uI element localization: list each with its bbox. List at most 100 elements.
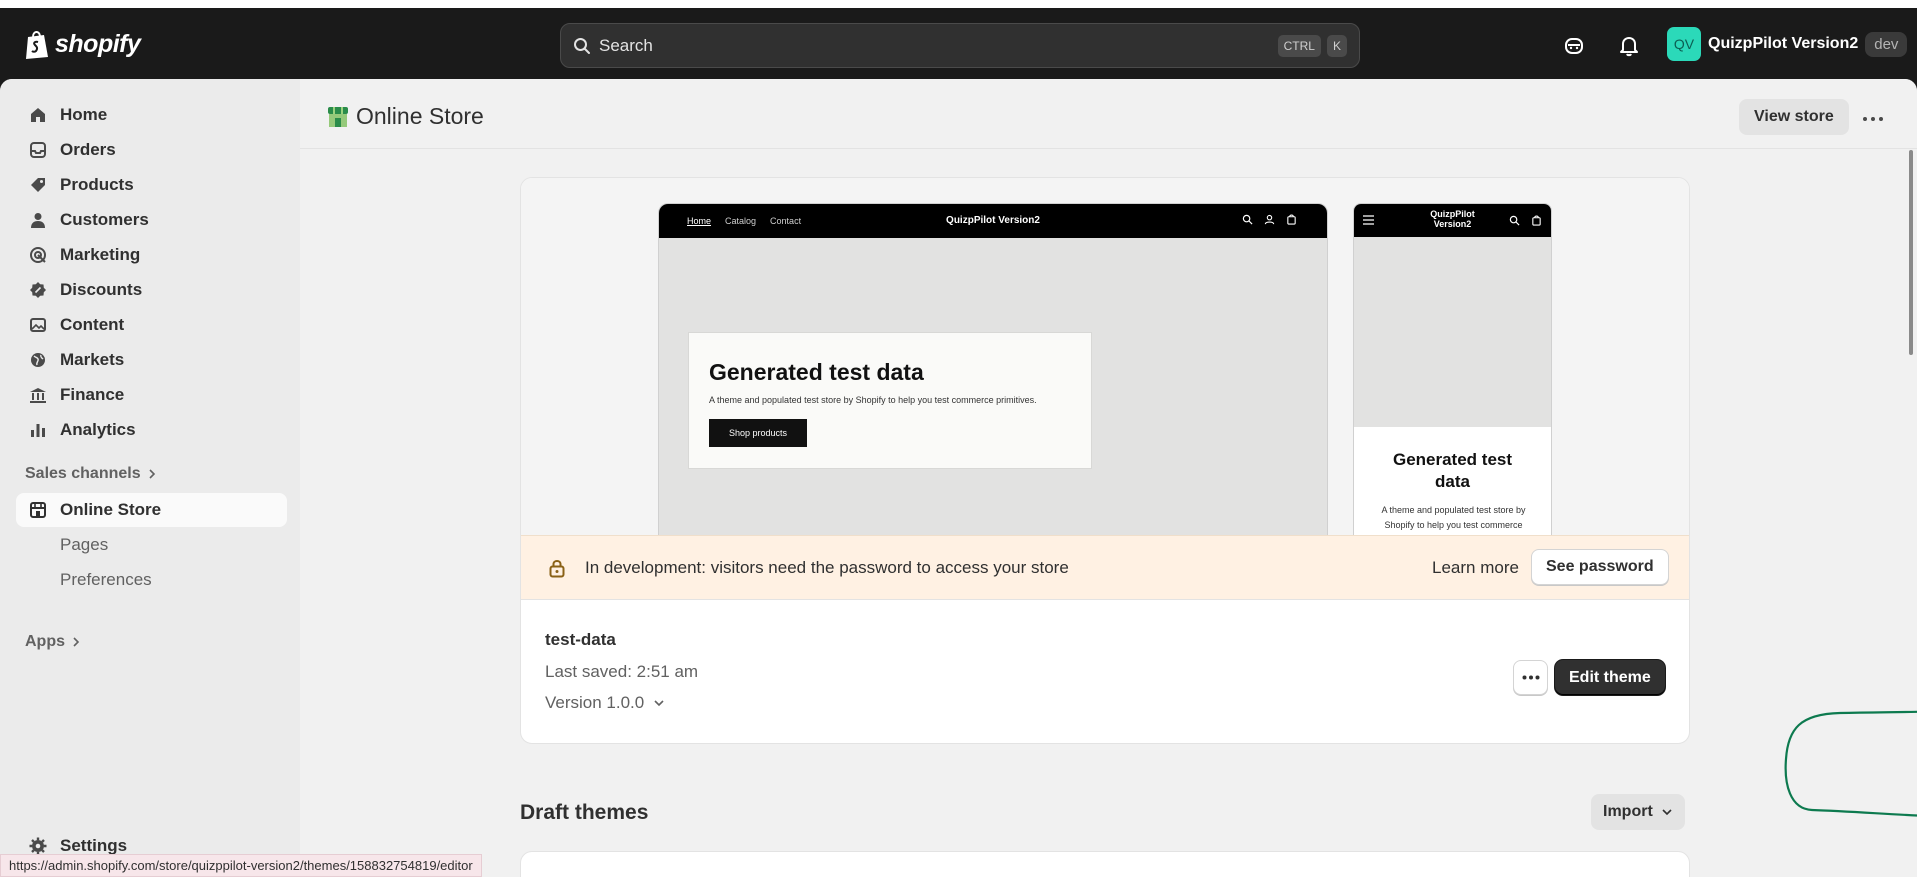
mobile-preview: QuizpPilot Version2 Generated test data … bbox=[1353, 203, 1552, 535]
sidebar-item-content[interactable]: Content bbox=[16, 308, 287, 342]
avatar: QV bbox=[1667, 27, 1701, 61]
top-bar: shopify Search CTRL K QV QuizpPilot Vers… bbox=[0, 8, 1917, 79]
storefront-icon bbox=[30, 502, 46, 518]
preview-hero-text: A theme and populated test store by Shop… bbox=[709, 395, 1037, 405]
more-actions-icon[interactable] bbox=[1862, 109, 1884, 127]
sidebar-item-label: Customers bbox=[60, 210, 149, 229]
bar-chart-icon bbox=[31, 424, 45, 437]
bell-icon[interactable] bbox=[1616, 33, 1642, 59]
sidebar-apps[interactable]: Apps bbox=[25, 633, 80, 651]
sidebar-item-home[interactable]: Home bbox=[16, 98, 287, 132]
account-icon bbox=[1264, 214, 1275, 225]
banner-message: In development: visitors need the passwo… bbox=[585, 558, 1069, 577]
gear-icon bbox=[29, 837, 47, 855]
image-icon bbox=[30, 318, 46, 332]
more-horizontal-icon bbox=[1522, 675, 1539, 680]
lock-icon bbox=[549, 560, 565, 578]
discount-icon bbox=[30, 282, 46, 298]
sidebar-item-label: Online Store bbox=[60, 500, 162, 519]
page-title: Online Store bbox=[326, 103, 484, 130]
sidebar-item-label: Orders bbox=[60, 140, 116, 159]
mobile-store-title-line2: Version2 bbox=[1433, 219, 1472, 229]
search-icon bbox=[1509, 215, 1520, 226]
edit-theme-button[interactable]: Edit theme bbox=[1555, 660, 1665, 695]
apps-label: Apps bbox=[25, 633, 65, 650]
page-title-text: Online Store bbox=[356, 103, 484, 129]
current-theme-card: Home Catalog Contact QuizpPilot Version2… bbox=[520, 177, 1690, 744]
mobile-hero-image bbox=[1354, 237, 1551, 427]
cart-icon bbox=[1287, 214, 1296, 225]
mobile-preview-header: QuizpPilot Version2 bbox=[1354, 204, 1551, 237]
chevron-right-icon bbox=[149, 469, 155, 479]
learn-more-link[interactable]: Learn more bbox=[1432, 558, 1519, 578]
sidebar-item-label: Markets bbox=[60, 350, 125, 369]
theme-preview[interactable]: Home Catalog Contact QuizpPilot Version2… bbox=[521, 178, 1689, 535]
globe-icon bbox=[31, 353, 45, 367]
see-password-button[interactable]: See password bbox=[1531, 549, 1669, 585]
sidebar-item-discounts[interactable]: Discounts bbox=[16, 273, 287, 307]
desktop-preview: Home Catalog Contact QuizpPilot Version2… bbox=[658, 203, 1328, 535]
import-theme-button[interactable]: Import bbox=[1591, 794, 1685, 830]
view-store-button[interactable]: View store bbox=[1739, 99, 1849, 135]
tag-icon bbox=[31, 178, 45, 192]
sidebar-item-orders[interactable]: Orders bbox=[16, 133, 287, 167]
theme-actions-button[interactable] bbox=[1513, 660, 1548, 695]
shortcut-key-k: K bbox=[1326, 34, 1347, 57]
chevron-right-icon bbox=[73, 637, 80, 647]
preview-header-icons bbox=[1242, 214, 1297, 225]
annotation-circle bbox=[1784, 710, 1917, 817]
sidebar-item-customers[interactable]: Customers bbox=[16, 203, 287, 237]
inbox-icon bbox=[30, 142, 46, 158]
preview-hero: Generated test data A theme and populate… bbox=[688, 332, 1092, 469]
preview-store-title: QuizpPilot Version2 bbox=[946, 215, 1040, 226]
mobile-hero-text: A theme and populated test store by Shop… bbox=[1381, 505, 1526, 530]
sidebar-sub-item-preferences[interactable]: Preferences bbox=[60, 570, 152, 590]
chevron-down-icon bbox=[1662, 809, 1672, 816]
sidebar: Home Orders Products Customers Marketing… bbox=[0, 79, 300, 877]
online-store-icon bbox=[328, 106, 348, 127]
sidebar-sub-item-pages[interactable]: Pages bbox=[60, 535, 108, 555]
search-icon bbox=[1242, 214, 1253, 225]
preview-header: Home Catalog Contact QuizpPilot Version2 bbox=[659, 204, 1327, 238]
admin-app: Home Orders Products Customers Marketing… bbox=[0, 79, 1917, 877]
store-menu[interactable]: QV QuizpPilot Version2 dev bbox=[1667, 27, 1908, 61]
preview-shop-button: Shop products bbox=[709, 419, 807, 447]
sidebar-item-analytics[interactable]: Analytics bbox=[16, 413, 287, 447]
target-icon bbox=[30, 247, 46, 263]
sidebar-item-label: Settings bbox=[60, 836, 128, 855]
sidebar-item-products[interactable]: Products bbox=[16, 168, 287, 202]
mobile-hero-heading-line1: Generated test bbox=[1392, 450, 1513, 469]
bank-icon bbox=[30, 388, 46, 403]
shopify-logo[interactable]: shopify bbox=[24, 28, 141, 60]
sidebar-sales-channels[interactable]: Sales channels bbox=[25, 465, 156, 483]
store-badge: dev bbox=[1865, 31, 1908, 57]
sidekick-icon[interactable] bbox=[1561, 33, 1587, 59]
main-content: Online Store View store Home Catalog Con… bbox=[300, 79, 1917, 877]
sidebar-item-finance[interactable]: Finance bbox=[16, 378, 287, 412]
search-icon bbox=[574, 37, 590, 54]
theme-version-selector[interactable]: Version 1.0.0 bbox=[545, 693, 665, 713]
search-placeholder: Search bbox=[599, 35, 653, 55]
sidebar-item-label: Analytics bbox=[60, 420, 136, 439]
draft-themes-heading: Draft themes bbox=[520, 801, 649, 824]
theme-version: Version 1.0.0 bbox=[545, 693, 645, 712]
import-label: Import bbox=[1603, 803, 1653, 820]
home-icon bbox=[31, 108, 45, 122]
search-bar[interactable]: Search CTRL K bbox=[560, 23, 1360, 68]
page-scrollbar[interactable] bbox=[1909, 150, 1913, 355]
sidebar-item-label: Marketing bbox=[60, 245, 141, 264]
theme-last-saved: Last saved: 2:51 am bbox=[545, 662, 699, 681]
sidebar-item-label: Content bbox=[60, 315, 125, 334]
shopify-bag-icon bbox=[26, 31, 48, 59]
page-header: Online Store View store bbox=[300, 79, 1917, 149]
sidebar-item-online-store[interactable]: Online Store bbox=[16, 493, 287, 527]
person-icon bbox=[31, 213, 45, 228]
sidebar-item-marketing[interactable]: Marketing bbox=[16, 238, 287, 272]
sidebar-item-markets[interactable]: Markets bbox=[16, 343, 287, 377]
mobile-store-title: QuizpPilot Version2 bbox=[1354, 209, 1551, 229]
preview-hero-heading: Generated test data bbox=[709, 359, 924, 385]
sidebar-item-label: Products bbox=[60, 175, 134, 194]
mobile-hero-heading: Generated test data bbox=[1354, 449, 1551, 493]
sidebar-item-label: Home bbox=[60, 105, 108, 124]
cart-icon bbox=[1532, 215, 1541, 226]
